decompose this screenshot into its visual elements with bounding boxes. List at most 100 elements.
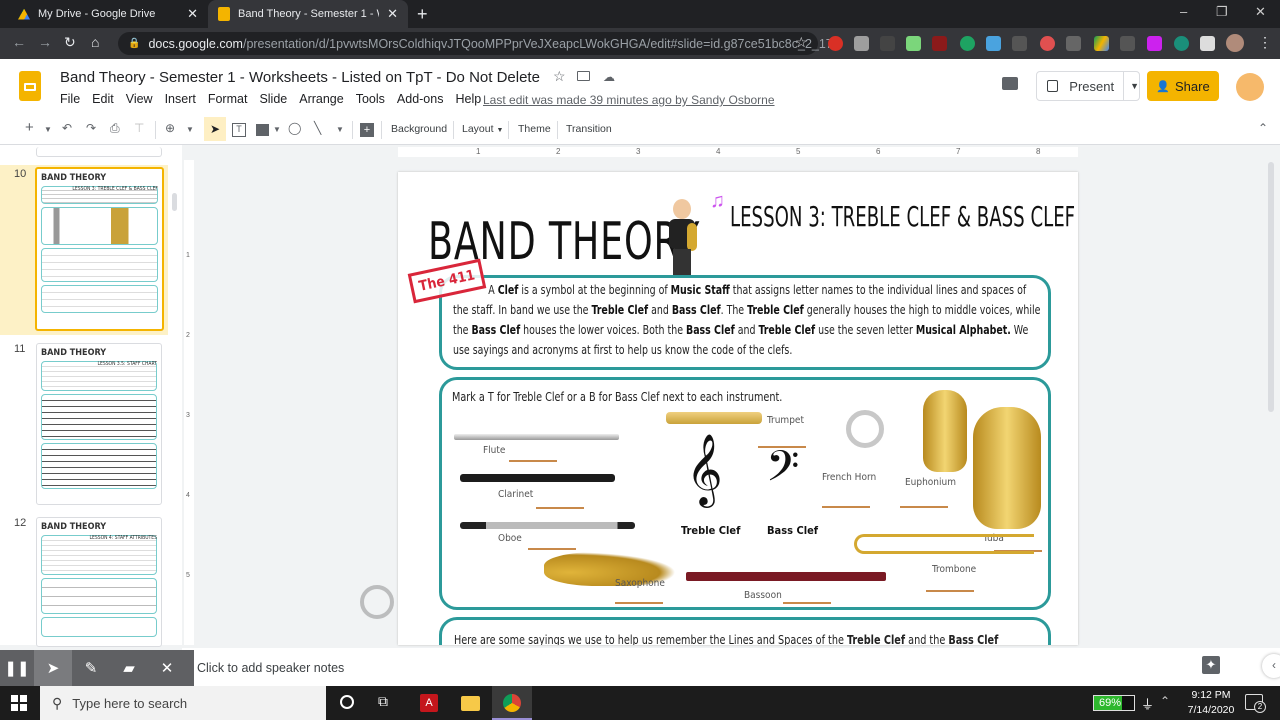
- menu-view[interactable]: View: [126, 92, 153, 106]
- speaker-notes-area[interactable]: Click to add speaker notes ✦ ‹: [182, 648, 1280, 686]
- adobe-pdf-extension-icon[interactable]: [932, 36, 947, 51]
- close-annotation-icon[interactable]: ✕: [148, 650, 186, 686]
- shape-icon[interactable]: ◯: [288, 121, 301, 135]
- present-dropdown-icon[interactable]: ▼: [1123, 72, 1139, 100]
- menu-slide[interactable]: Slide: [259, 92, 287, 106]
- extension-icon[interactable]: [854, 36, 869, 51]
- pen-tool-icon[interactable]: ✎: [72, 650, 110, 686]
- camera-extension-icon[interactable]: [1120, 36, 1135, 51]
- select-tool-icon[interactable]: ➤: [204, 117, 226, 141]
- answer-blank-saxophone[interactable]: [615, 602, 663, 604]
- menu-insert[interactable]: Insert: [165, 92, 196, 106]
- line-dropdown-icon[interactable]: ▼: [336, 125, 344, 134]
- show-hidden-icons-chevron[interactable]: ⌃: [1160, 694, 1170, 708]
- profile-avatar[interactable]: [1226, 34, 1244, 52]
- clock-date[interactable]: 7/14/2020: [1183, 704, 1239, 716]
- action-center-icon[interactable]: 2: [1245, 694, 1266, 713]
- background-button[interactable]: Background: [391, 123, 447, 135]
- menu-help[interactable]: Help: [455, 92, 481, 106]
- taskbar-search-input[interactable]: ⚲ Type here to search: [40, 686, 326, 720]
- tab-google-drive[interactable]: My Drive - Google Drive ✕: [8, 0, 208, 28]
- slide-thumbnail-10[interactable]: BAND THEORY LESSON 3: TREBLE CLEF & BASS…: [35, 167, 164, 331]
- bitmoji-saxophone-character[interactable]: [663, 197, 705, 279]
- new-slide-dropdown-icon[interactable]: ▼: [44, 125, 52, 134]
- theme-button[interactable]: Theme: [518, 123, 551, 135]
- extension-icon[interactable]: [1174, 36, 1189, 51]
- answer-blank-french-horn[interactable]: [822, 506, 870, 508]
- slide-thumbnail-9[interactable]: [36, 147, 162, 157]
- account-avatar[interactable]: [1236, 73, 1264, 101]
- extension-icon[interactable]: [1012, 36, 1027, 51]
- slide-thumbnail-12[interactable]: BAND THEORY LESSON 4: STAFF ATTRIBUTES: [36, 517, 162, 647]
- maximize-button[interactable]: ❐: [1216, 4, 1228, 20]
- collapse-toolbar-icon[interactable]: ⌃: [1258, 121, 1268, 135]
- zoom-dropdown-icon[interactable]: ▼: [186, 125, 194, 134]
- google-slides-logo[interactable]: [19, 71, 41, 101]
- share-button[interactable]: 👤 Share: [1147, 71, 1219, 101]
- move-folder-icon[interactable]: [577, 71, 590, 81]
- windows-start-icon[interactable]: [11, 695, 27, 711]
- slide-canvas[interactable]: BAND THEORY ♫ LESSON 3: TREBLE CLEF & BA…: [398, 172, 1078, 645]
- extension-icon[interactable]: [960, 36, 975, 51]
- clock-time[interactable]: 9:12 PM: [1186, 689, 1236, 701]
- menu-tools[interactable]: Tools: [356, 92, 385, 106]
- paint-format-icon[interactable]: ⊤: [134, 121, 144, 135]
- scissors-extension-icon[interactable]: [1066, 36, 1081, 51]
- extension-icon[interactable]: [986, 36, 1001, 51]
- document-title[interactable]: Band Theory - Semester 1 - Worksheets - …: [60, 69, 540, 86]
- speaker-notes-placeholder[interactable]: Click to add speaker notes: [197, 661, 344, 675]
- filmstrip-scrollbar[interactable]: [172, 193, 177, 211]
- extension-icon[interactable]: [1040, 36, 1055, 51]
- task-view-icon[interactable]: ⧉: [378, 693, 388, 710]
- cloud-status-icon[interactable]: ☁: [603, 70, 615, 84]
- zoom-icon[interactable]: ⊕: [165, 121, 175, 135]
- intro-text-box[interactable]: A Clef is a symbol at the beginning of M…: [439, 275, 1051, 370]
- cortana-icon[interactable]: [340, 695, 354, 709]
- home-icon[interactable]: ⌂: [91, 34, 99, 50]
- pointer-tool-icon[interactable]: ➤: [34, 650, 72, 686]
- extension-icon[interactable]: [1147, 36, 1162, 51]
- eraser-tool-icon[interactable]: ▰: [110, 650, 148, 686]
- close-tab-icon[interactable]: ✕: [187, 6, 198, 22]
- add-comment-icon[interactable]: +: [360, 123, 374, 137]
- extension-icon[interactable]: [880, 36, 895, 51]
- menu-file[interactable]: File: [60, 92, 80, 106]
- canvas-scrollbar[interactable]: [1268, 162, 1274, 412]
- adobe-acrobat-icon[interactable]: A: [420, 694, 438, 712]
- file-explorer-icon[interactable]: [461, 696, 480, 711]
- close-window-button[interactable]: ✕: [1255, 4, 1266, 20]
- extension-icon[interactable]: [906, 36, 921, 51]
- puzzle-extensions-icon[interactable]: [1200, 36, 1215, 51]
- forward-icon[interactable]: →: [38, 34, 52, 50]
- comments-icon[interactable]: [1002, 77, 1018, 90]
- minimize-button[interactable]: –: [1180, 4, 1187, 19]
- answer-blank-oboe[interactable]: [528, 548, 576, 550]
- google-drive-extension-icon[interactable]: [1094, 36, 1109, 51]
- new-tab-button[interactable]: +: [417, 4, 428, 25]
- slide-thumbnail-11[interactable]: BAND THEORY LESSON 3.5: STAFF CHART: [36, 343, 162, 505]
- battery-indicator[interactable]: 69%: [1093, 695, 1135, 711]
- explore-icon[interactable]: ✦: [1202, 656, 1220, 674]
- reload-icon[interactable]: ↻: [64, 34, 76, 51]
- image-icon[interactable]: [256, 124, 269, 136]
- bookmark-star-icon[interactable]: ☆: [795, 34, 808, 51]
- menu-format[interactable]: Format: [208, 92, 248, 106]
- close-tab-icon[interactable]: ✕: [387, 6, 398, 22]
- answer-blank-trombone[interactable]: [926, 590, 974, 592]
- last-edit-link[interactable]: Last edit was made 39 minutes ago by San…: [483, 93, 775, 107]
- lesson-title[interactable]: LESSON 3: TREBLE CLEF & BASS CLEF: [730, 200, 1075, 233]
- pause-icon[interactable]: ❚❚: [0, 650, 34, 686]
- text-box-icon[interactable]: T: [232, 123, 246, 137]
- tab-band-theory[interactable]: Band Theory - Semester 1 - Work ✕: [208, 0, 408, 28]
- line-icon[interactable]: ╲: [314, 121, 321, 135]
- menu-arrange[interactable]: Arrange: [299, 92, 343, 106]
- print-icon[interactable]: ⎙: [110, 121, 120, 136]
- side-panel-toggle-icon[interactable]: ‹: [1262, 654, 1280, 678]
- menu-edit[interactable]: Edit: [92, 92, 114, 106]
- answer-blank-flute[interactable]: [509, 460, 557, 462]
- present-button[interactable]: Present ▼: [1036, 71, 1140, 101]
- answer-blank-euphonium[interactable]: [900, 506, 948, 508]
- star-icon[interactable]: ☆: [553, 68, 566, 85]
- answer-blank-clarinet[interactable]: [536, 507, 584, 509]
- answer-blank-bassoon[interactable]: [783, 602, 831, 604]
